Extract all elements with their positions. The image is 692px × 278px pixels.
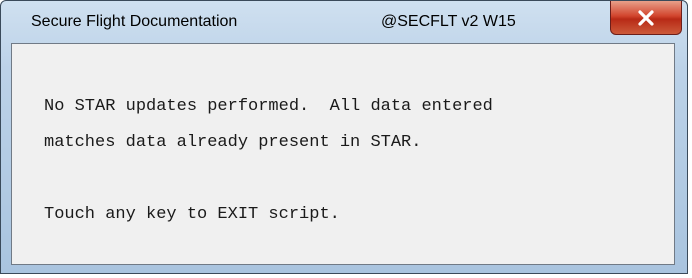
message-line-1: No STAR updates performed. All data ente… — [44, 97, 493, 116]
message-area: No STAR updates performed. All data ente… — [11, 43, 675, 265]
script-version-tag: @SECFLT v2 W15 — [381, 13, 516, 30]
message-line-3: Touch any key to EXIT script. — [44, 205, 340, 224]
title-bar[interactable]: Secure Flight Documentation @SECFLT v2 W… — [1, 1, 687, 43]
close-button[interactable] — [610, 1, 682, 35]
close-x-icon — [638, 9, 654, 26]
window-title: Secure Flight Documentation — [31, 13, 238, 30]
message-line-2: matches data already present in STAR. — [44, 133, 422, 152]
dialog-window: Secure Flight Documentation @SECFLT v2 W… — [0, 0, 688, 274]
